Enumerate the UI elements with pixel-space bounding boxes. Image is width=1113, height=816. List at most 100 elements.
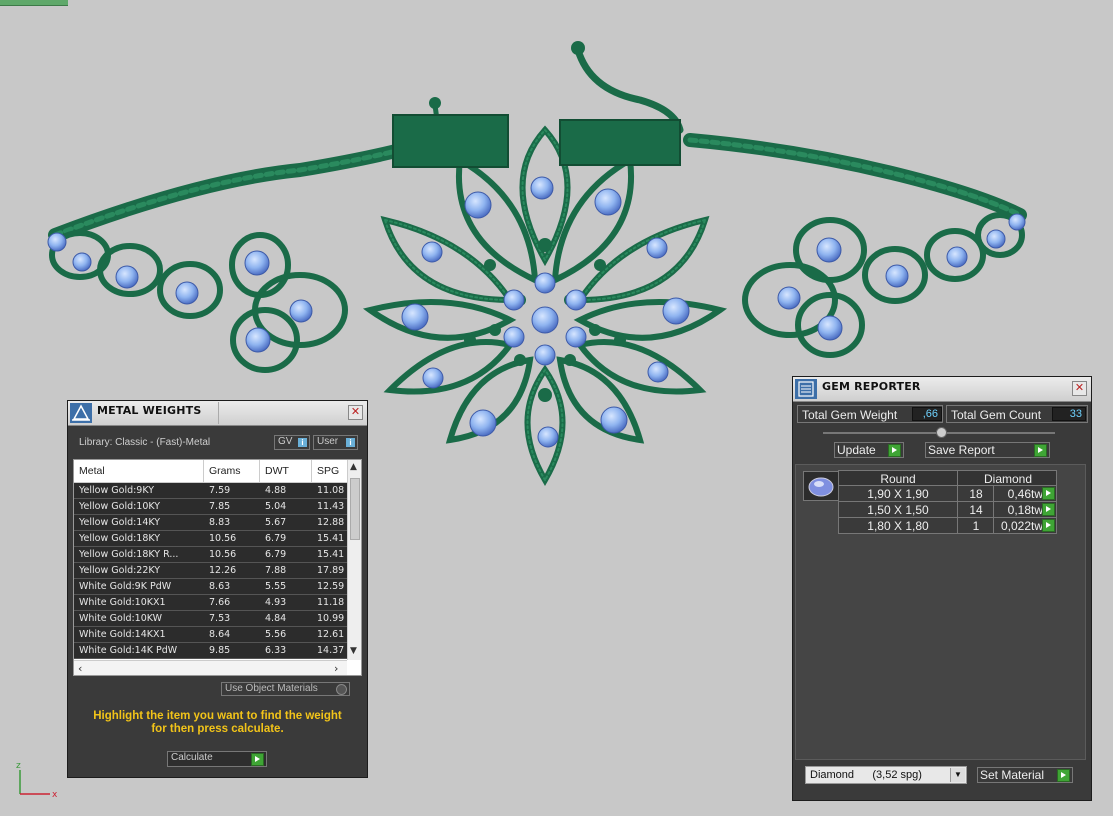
table-row[interactable]: Yellow Gold:18KY 10.56 6.79 15.41 — [74, 531, 347, 547]
metal-name-cell: White Gold:9K PdW — [79, 581, 172, 592]
table-row[interactable]: Yellow Gold:14KY 8.83 5.67 12.88 — [74, 515, 347, 531]
scroll-thumb[interactable] — [350, 478, 360, 540]
play-icon — [251, 753, 264, 766]
material-select[interactable]: Diamond (3,52 spg) ▼ — [805, 766, 967, 784]
chevron-down-icon[interactable]: ▼ — [950, 768, 965, 782]
spg-cell: 15.41 — [317, 533, 345, 544]
checkbox-icon — [336, 684, 347, 695]
play-icon — [1057, 769, 1070, 782]
dwt-cell: 6.79 — [265, 549, 287, 560]
spg-cell: 14.37 — [317, 645, 345, 656]
dwt-cell: 4.88 — [265, 485, 287, 496]
total-gem-count-label: Total Gem Count — [951, 408, 1042, 422]
grams-cell: 9.85 — [209, 645, 231, 656]
material-select-value: Diamond (3,52 spg) — [810, 769, 922, 781]
gem-size-cell: 1,90 X 1,90 — [867, 487, 929, 501]
metal-name-cell: Yellow Gold:18KY — [79, 533, 161, 544]
column-header-dwt[interactable]: DWT — [265, 465, 289, 477]
metal-name-cell: Yellow Gold:14KY — [79, 517, 161, 528]
grams-cell: 8.83 — [209, 517, 231, 528]
close-icon[interactable]: ✕ — [1072, 381, 1087, 396]
spg-cell: 10.99 — [317, 613, 345, 624]
instruction-line-2: for then press calculate. — [151, 723, 284, 735]
column-header-grams[interactable]: Grams — [209, 465, 241, 477]
shape-header: Round — [880, 472, 916, 486]
gem-row[interactable]: 1,80 X 1,80 1 0,022tw — [838, 518, 1057, 534]
gv-toggle[interactable]: GV i — [274, 435, 310, 450]
grams-cell: 8.64 — [209, 629, 231, 640]
info-icon: i — [346, 438, 355, 447]
update-button[interactable]: Update — [834, 442, 904, 458]
gem-row[interactable]: 1,90 X 1,90 18 0,46tw — [838, 486, 1057, 502]
grams-cell: 7.85 — [209, 501, 231, 512]
scroll-left-icon[interactable]: ‹ — [78, 662, 82, 675]
set-material-button[interactable]: Set Material — [977, 767, 1073, 783]
table-row[interactable]: White Gold:14KX1 8.64 5.56 12.61 — [74, 627, 347, 643]
calculate-label: Calculate — [171, 752, 213, 763]
gem-reporter-panel: GEM REPORTER ✕ Total Gem Weight ,66 Tota… — [792, 376, 1092, 801]
horizontal-scrollbar[interactable]: ‹ › — [74, 660, 347, 675]
round-gem-icon[interactable] — [803, 471, 839, 501]
metal-table: Metal Grams DWT SPG Yellow Gold:9KY 7.59 4… — [73, 459, 362, 676]
dwt-cell: 5.55 — [265, 581, 287, 592]
save-report-button[interactable]: Save Report — [925, 442, 1050, 458]
grams-cell: 7.53 — [209, 613, 231, 624]
user-toggle[interactable]: User i — [313, 435, 358, 450]
table-row[interactable]: Yellow Gold:22KY 12.26 7.88 17.89 — [74, 563, 347, 579]
instruction-line-1: Highlight the item you want to find the … — [93, 710, 342, 722]
table-row[interactable]: Yellow Gold:9KY 7.59 4.88 11.08 — [74, 483, 347, 499]
size-slider-knob[interactable] — [936, 427, 947, 438]
vertical-scrollbar[interactable]: ▲ ▼ — [347, 460, 361, 660]
metal-name-cell: Yellow Gold:22KY — [79, 565, 161, 576]
calculate-button[interactable]: Calculate — [167, 751, 267, 767]
column-header-metal[interactable]: Metal — [79, 465, 105, 477]
titlebar-divider — [218, 402, 219, 424]
gem-table: Round Diamond 1,90 X 1,90 18 0,46tw 1,50 X … — [838, 470, 1057, 534]
table-row[interactable]: Yellow Gold:18KY R... 10.56 6.79 15.41 — [74, 547, 347, 563]
total-gem-count-field: Total Gem Count 33 — [946, 405, 1088, 423]
scroll-up-icon[interactable]: ▲ — [350, 462, 357, 472]
gem-rows: 1,90 X 1,90 18 0,46tw 1,50 X 1,50 14 0,18tw 1,… — [838, 486, 1057, 534]
scroll-down-icon[interactable]: ▼ — [350, 646, 357, 656]
spg-cell: 12.59 — [317, 581, 345, 592]
table-row[interactable]: White Gold:10KW 7.53 4.84 10.99 — [74, 611, 347, 627]
use-object-materials-checkbox[interactable]: Use Object Materials — [221, 682, 350, 696]
select-gems-button[interactable] — [1042, 487, 1055, 500]
save-report-label: Save Report — [928, 443, 995, 457]
gem-weight-cell: 0,18tw — [1007, 503, 1043, 517]
column-header-spg[interactable]: SPG — [317, 465, 339, 477]
gem-list-area: Round Diamond 1,90 X 1,90 18 0,46tw 1,50 X … — [795, 464, 1086, 760]
gem-size-cell: 1,50 X 1,50 — [867, 503, 929, 517]
metal-table-rows: Yellow Gold:9KY 7.59 4.88 11.08 Yellow Gold:… — [74, 483, 347, 659]
metal-weights-titlebar[interactable]: METAL WEIGHTS ✕ — [68, 401, 367, 426]
close-icon[interactable]: ✕ — [348, 405, 363, 420]
axis-z-label: z — [16, 761, 21, 771]
scroll-right-icon[interactable]: › — [334, 662, 338, 675]
table-row[interactable]: White Gold:9K PdW 8.63 5.55 12.59 — [74, 579, 347, 595]
grams-cell: 12.26 — [209, 565, 237, 576]
dwt-cell: 4.84 — [265, 613, 287, 624]
spg-cell: 11.18 — [317, 597, 345, 608]
grams-cell: 7.66 — [209, 597, 231, 608]
grams-cell: 10.56 — [209, 533, 237, 544]
table-row[interactable]: White Gold:10KX1 7.66 4.93 11.18 — [74, 595, 347, 611]
3d-viewport[interactable]: METAL WEIGHTS ✕ Library: Classic - (Fast… — [0, 0, 1113, 816]
total-gem-weight-value: ,66 — [912, 407, 942, 421]
metal-name-cell: White Gold:14K PdW — [79, 645, 178, 656]
user-toggle-label: User — [317, 436, 339, 447]
table-row[interactable]: White Gold:14K PdW 9.85 6.33 14.37 — [74, 643, 347, 659]
table-row[interactable]: Yellow Gold:10KY 7.85 5.04 11.43 — [74, 499, 347, 515]
dwt-cell: 4.93 — [265, 597, 287, 608]
dwt-cell: 5.67 — [265, 517, 287, 528]
gem-weight-cell: 0,022tw — [1000, 519, 1043, 533]
select-gems-button[interactable] — [1042, 503, 1055, 516]
gem-row[interactable]: 1,50 X 1,50 14 0,18tw — [838, 502, 1057, 518]
gem-reporter-titlebar[interactable]: GEM REPORTER ✕ — [793, 377, 1091, 402]
spg-cell: 17.89 — [317, 565, 345, 576]
dwt-cell: 5.04 — [265, 501, 287, 512]
update-label: Update — [837, 443, 876, 457]
axis-x-label: x — [52, 790, 58, 798]
metal-name-cell: White Gold:10KX1 — [79, 597, 166, 608]
select-gems-button[interactable] — [1042, 519, 1055, 532]
scale-icon — [70, 403, 92, 423]
